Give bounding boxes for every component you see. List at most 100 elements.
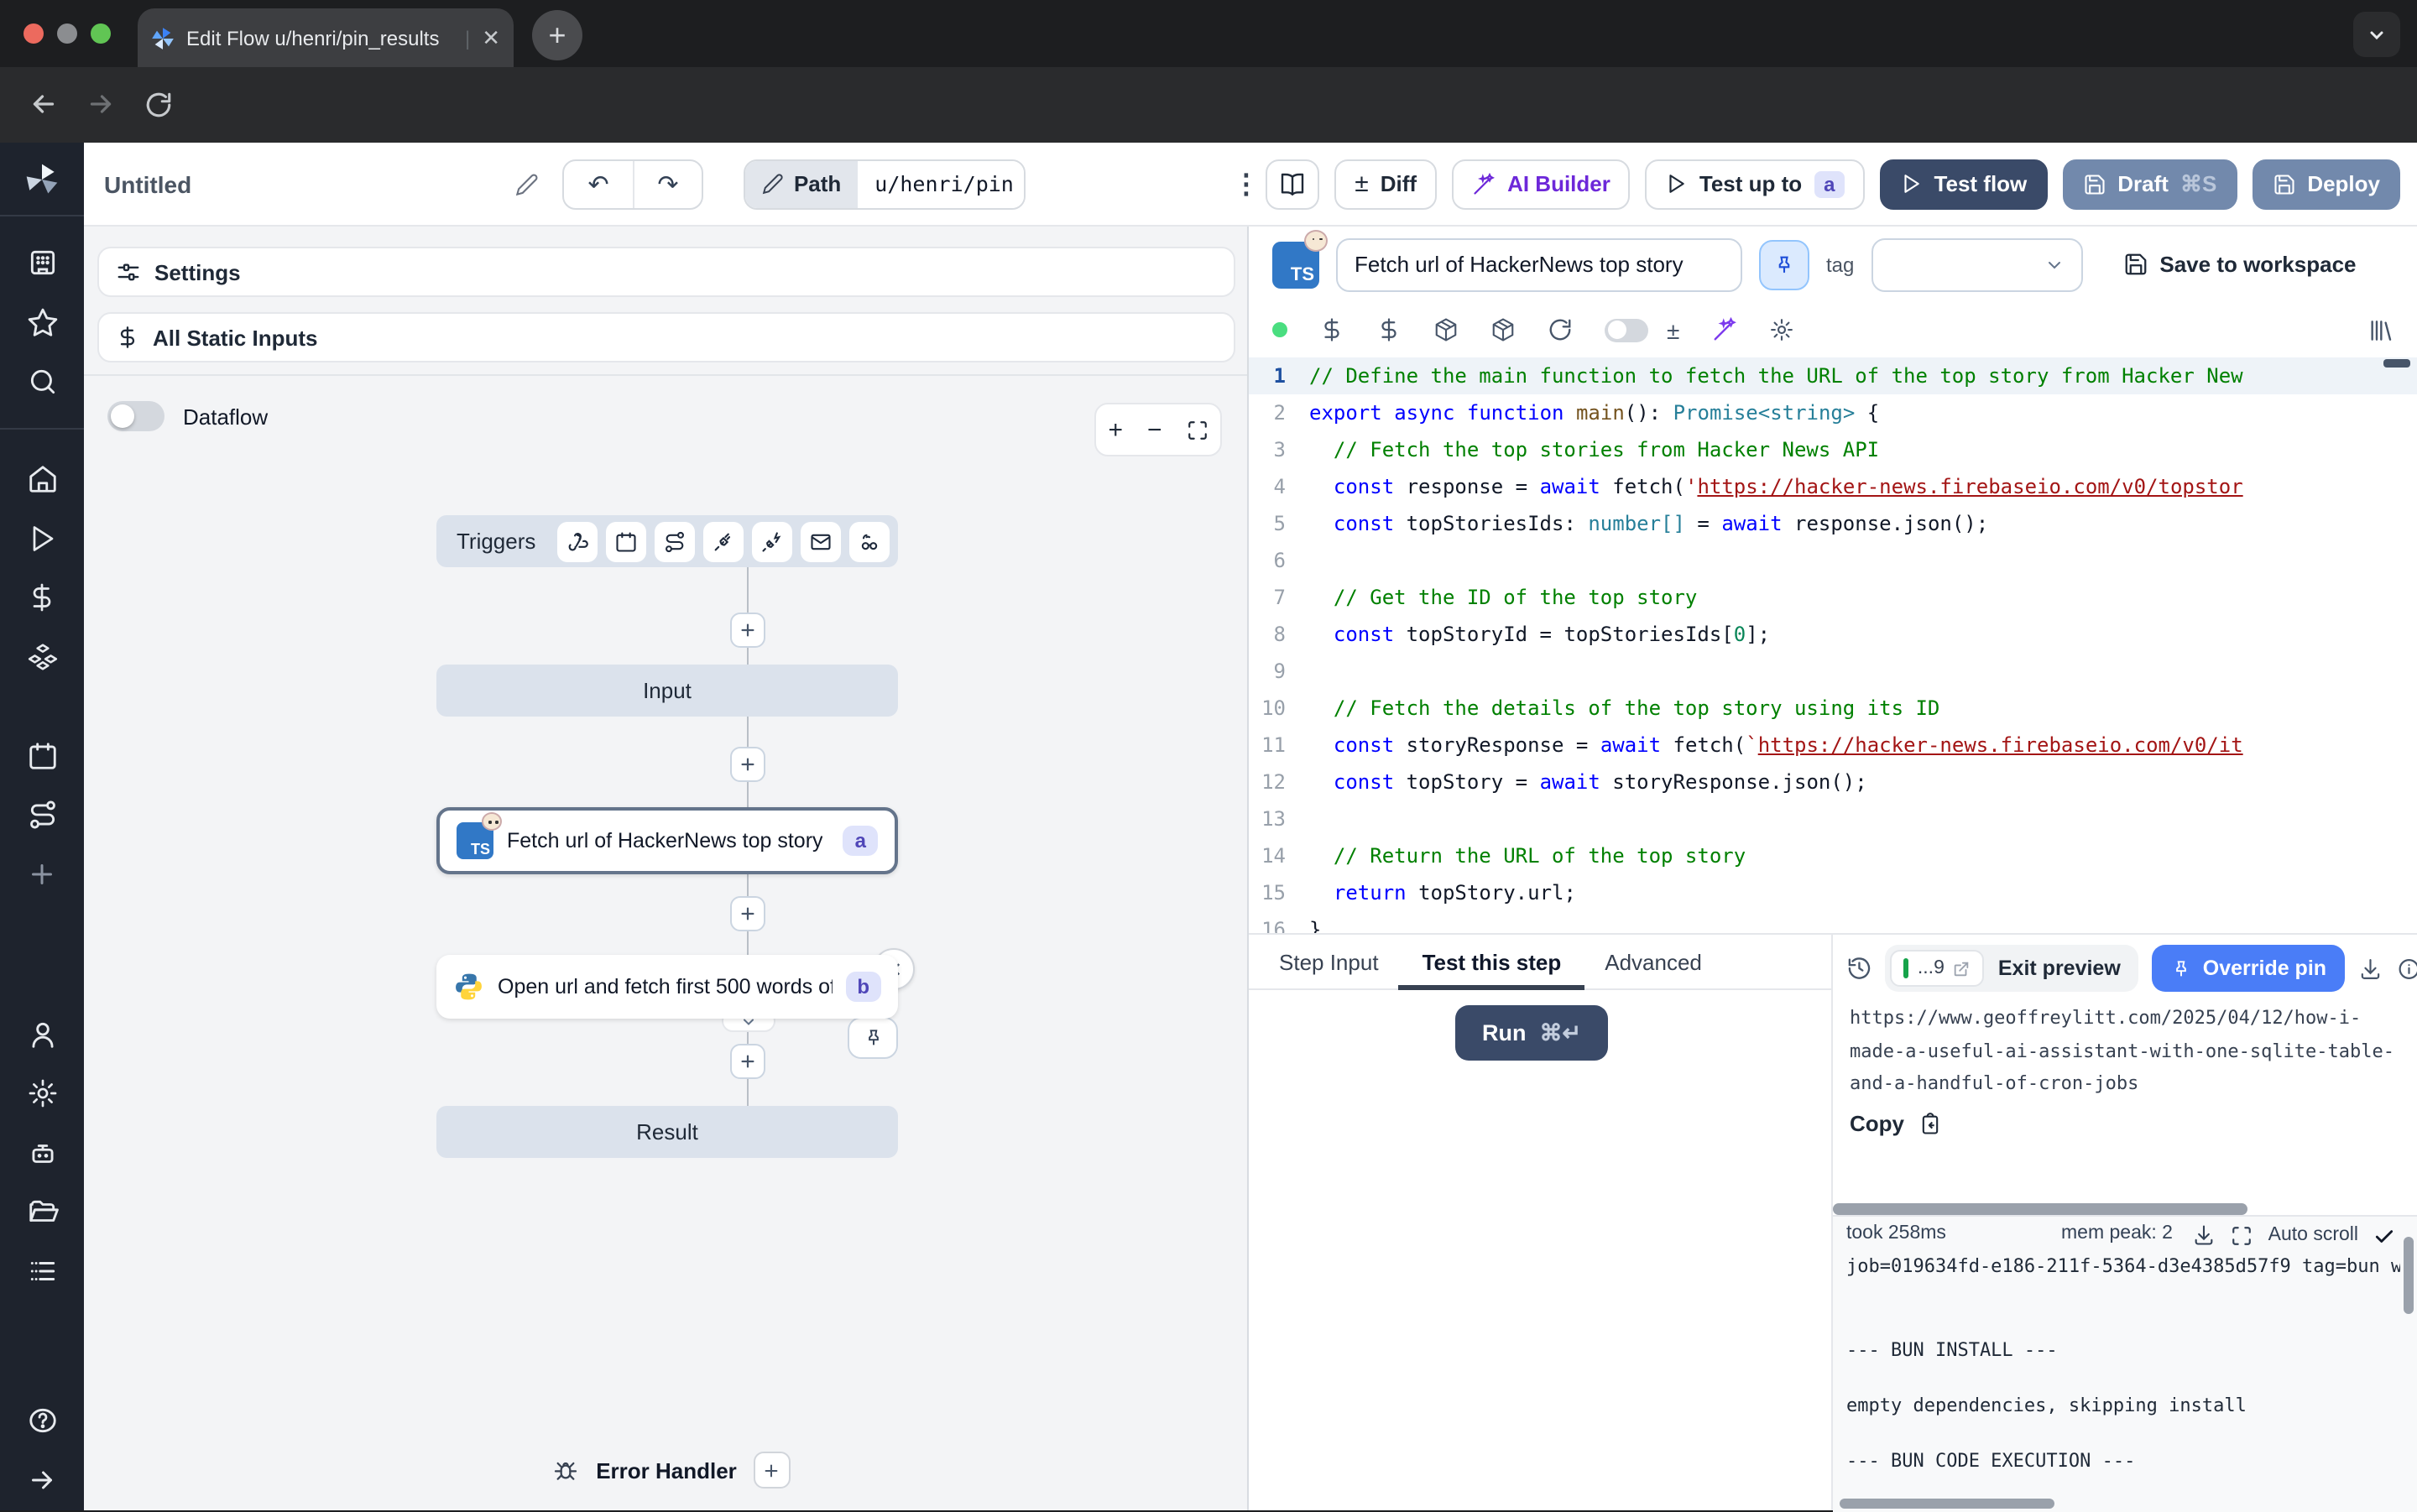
add-step-button[interactable] [730,613,765,648]
kafka-trigger-icon[interactable] [752,521,792,561]
pin-step-button[interactable] [1759,239,1809,289]
sidebar-item-home[interactable] [0,450,84,509]
step-title-input[interactable]: Fetch url of HackerNews top story [1336,237,1742,291]
error-handler-node[interactable]: Error Handler [470,1448,873,1492]
log-horizontal-scrollbar[interactable] [1840,1499,2054,1509]
sidebar-item-resources[interactable] [0,628,84,687]
code-line[interactable]: 4 const response = await fetch('https://… [1249,468,2417,505]
auto-scroll-check-icon[interactable] [2373,1224,2395,1246]
log-vertical-scrollbar[interactable] [2404,1237,2414,1314]
code-line[interactable]: 11 const storyResponse = await fetch(`ht… [1249,727,2417,764]
code-line[interactable]: 13 [1249,800,2417,837]
tab-advanced[interactable]: Advanced [1605,934,1702,989]
webhook-trigger-icon[interactable] [557,521,598,561]
sidebar-collapse-icon[interactable] [0,1451,84,1510]
path-value[interactable]: u/henri/pin [858,160,1025,207]
draft-button[interactable]: Draft ⌘S [2062,159,2237,209]
tab-close-icon[interactable]: ✕ [482,24,500,51]
edit-name-pencil-icon[interactable] [515,172,539,196]
code-line[interactable]: 10 // Fetch the details of the top story… [1249,690,2417,727]
path-pill[interactable]: Path u/henri/pin [744,159,1026,209]
tab-step-input[interactable]: Step Input [1279,934,1379,989]
browser-tab[interactable]: Edit Flow u/henri/pin_results | ✕ [138,8,514,67]
package-icon[interactable] [1433,317,1459,342]
triggers-node[interactable]: Triggers [436,515,898,567]
editor-scrollbar[interactable] [2383,359,2410,368]
fit-view-icon[interactable] [1186,419,1208,441]
flow-name-group[interactable]: Untitled [104,170,562,197]
test-up-to-button[interactable]: Test up to a [1646,159,1866,209]
code-line[interactable]: 8 const topStoryId = topStoriesIds[0]; [1249,616,2417,653]
download-result-icon[interactable] [2358,956,2383,981]
code-line[interactable]: 2export async function main(): Promise<s… [1249,394,2417,431]
add-step-button[interactable] [730,896,765,931]
resources-dollar-icon[interactable] [1376,317,1402,342]
tab-test-this-step[interactable]: Test this step [1423,934,1562,989]
exit-preview-button[interactable]: Exit preview [1998,957,2134,980]
email-trigger-icon[interactable] [801,521,841,561]
dataflow-toggle[interactable] [107,401,164,431]
auto-scroll-label[interactable]: Auto scroll [2268,1225,2358,1245]
editor-settings-gear-icon[interactable] [1768,317,1793,342]
flow-step-node-b[interactable]: Open url and fetch first 500 words of ..… [436,955,898,1019]
add-error-handler-button[interactable] [754,1452,791,1489]
code-line[interactable]: 15 return topStory.url; [1249,874,2417,911]
sidebar-item-create[interactable] [0,845,84,905]
all-static-inputs-bar[interactable]: All Static Inputs [97,312,1235,362]
forward-icon[interactable] [81,84,121,124]
redo-button[interactable]: ↷ [633,160,702,207]
code-editor[interactable]: 1// Define the main function to fetch th… [1249,357,2417,933]
windmill-logo[interactable] [0,143,84,215]
new-tab-button[interactable]: + [532,10,582,60]
code-line[interactable]: 6 [1249,542,2417,579]
sidebar-item-flows[interactable] [0,786,84,846]
sidebar-item-favorites[interactable] [0,293,84,352]
code-line[interactable]: 14 // Return the URL of the top story [1249,837,2417,874]
diff-mode-toggle[interactable] [1605,318,1648,342]
code-line[interactable]: 5 const topStoriesIds: number[] = await … [1249,505,2417,542]
job-history-badge[interactable]: ...9 [1891,950,1985,987]
sidebar-item-workspace[interactable] [0,233,84,293]
sidebar-item-settings[interactable] [0,1064,84,1124]
variables-dollar-icon[interactable] [1319,317,1344,342]
undo-button[interactable]: ↶ [564,160,633,207]
override-pin-button[interactable]: Override pin [2153,945,2345,992]
sidebar-item-folders[interactable] [0,1183,84,1243]
download-logs-icon[interactable] [2193,1223,2216,1247]
log-output[interactable]: job=019634fd-e186-211f-5364-d3e4385d57f9… [1846,1254,2400,1475]
ai-wand-icon[interactable] [1711,317,1736,342]
sidebar-item-users[interactable] [0,1005,84,1065]
sidebar-item-schedules[interactable] [0,727,84,786]
reload-icon[interactable] [138,84,178,124]
zoom-out-icon[interactable]: − [1147,415,1162,444]
websocket-trigger-icon[interactable] [703,521,744,561]
scheduled-poll-trigger-icon[interactable] [849,521,890,561]
more-options-kebab-icon[interactable]: ⋮ [1226,167,1266,201]
code-line[interactable]: 7 // Get the ID of the top story [1249,579,2417,616]
http-route-trigger-icon[interactable] [655,521,695,561]
tab-search-chevron-icon[interactable] [2353,12,2400,57]
sidebar-item-search[interactable] [0,352,84,411]
schedule-trigger-icon[interactable] [606,521,646,561]
history-icon[interactable] [1846,955,1872,982]
ai-builder-button[interactable]: AI Builder [1452,159,1631,209]
code-line[interactable]: 12 const topStory = await storyResponse.… [1249,764,2417,800]
test-flow-button[interactable]: Test flow [1881,159,2048,209]
docs-book-button[interactable] [1266,159,1319,209]
code-line[interactable]: 3 // Fetch the top stories from Hacker N… [1249,431,2417,468]
add-step-button[interactable] [730,747,765,782]
diff-button[interactable]: ± Diff [1334,159,1437,209]
window-zoom-button[interactable] [91,23,111,44]
sidebar-item-help[interactable] [0,1392,84,1452]
package-icon[interactable] [1490,317,1516,342]
code-line[interactable]: 1// Define the main function to fetch th… [1249,357,2417,394]
tag-select[interactable] [1871,237,2082,291]
save-to-workspace-button[interactable]: Save to workspace [2122,252,2356,277]
external-link-icon[interactable] [1953,959,1971,978]
deploy-button[interactable]: Deploy [2252,159,2400,209]
sidebar-item-workers[interactable] [0,1124,84,1183]
library-icon[interactable] [2367,316,2394,343]
result-node[interactable]: Result [436,1106,898,1158]
copy-result-button[interactable]: Copy [1850,1111,1941,1136]
info-icon[interactable] [2396,956,2417,981]
